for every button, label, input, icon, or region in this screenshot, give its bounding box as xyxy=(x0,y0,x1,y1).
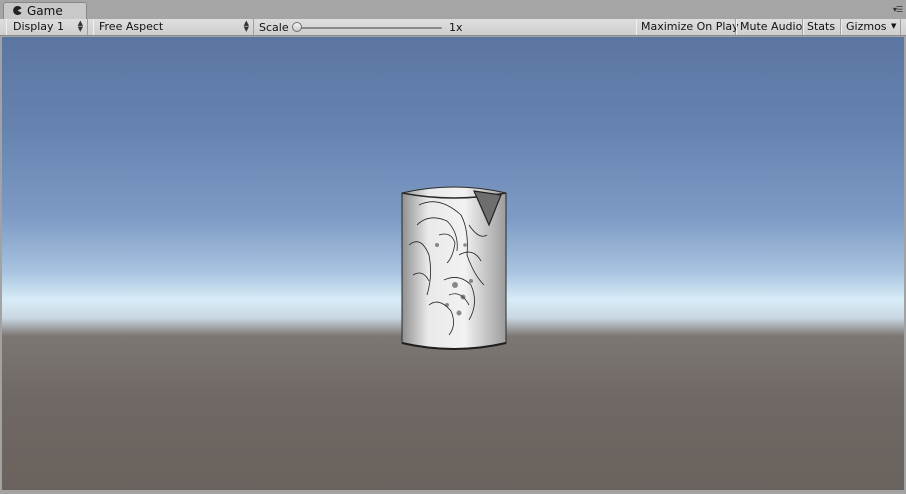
gizmos-dropdown[interactable]: Gizmos ▼ xyxy=(841,19,901,35)
aspect-label: Free Aspect xyxy=(99,20,164,33)
gizmos-label: Gizmos xyxy=(846,20,887,33)
mute-label: Mute Audio xyxy=(740,20,803,33)
game-toolbar: Display 1 ▲ ▼ Free Aspect ▲ ▼ Scale 1x Max… xyxy=(0,19,906,36)
display-dropdown[interactable]: Display 1 ▲ ▼ xyxy=(6,19,88,35)
tab-game[interactable]: Game xyxy=(3,2,87,20)
dropdown-arrow-icon: ▼ xyxy=(891,22,897,30)
pacman-icon xyxy=(13,5,22,18)
textured-cylinder xyxy=(399,185,509,355)
display-label: Display 1 xyxy=(13,20,65,33)
scale-slider-thumb[interactable] xyxy=(292,22,302,32)
game-viewport[interactable] xyxy=(2,37,904,490)
maximize-label: Maximize On Play xyxy=(641,20,739,33)
scale-value: 1x xyxy=(449,21,463,34)
aspect-dropdown[interactable]: Free Aspect ▲ ▼ xyxy=(93,19,254,35)
window-menu-icon[interactable]: ▾☰ xyxy=(893,5,903,14)
updown-arrows-icon: ▲ ▼ xyxy=(77,19,83,33)
tab-label: Game xyxy=(27,4,63,18)
updown-arrows-icon: ▲ ▼ xyxy=(243,19,249,33)
scale-slider-track[interactable] xyxy=(298,27,442,29)
stats-button[interactable]: Stats xyxy=(803,19,841,35)
tab-bar: Game ▾☰ xyxy=(0,0,906,20)
maximize-on-play-button[interactable]: Maximize On Play xyxy=(636,19,739,35)
stats-label: Stats xyxy=(807,20,836,33)
mute-audio-button[interactable]: Mute Audio xyxy=(736,19,803,35)
scale-label: Scale xyxy=(259,21,289,34)
